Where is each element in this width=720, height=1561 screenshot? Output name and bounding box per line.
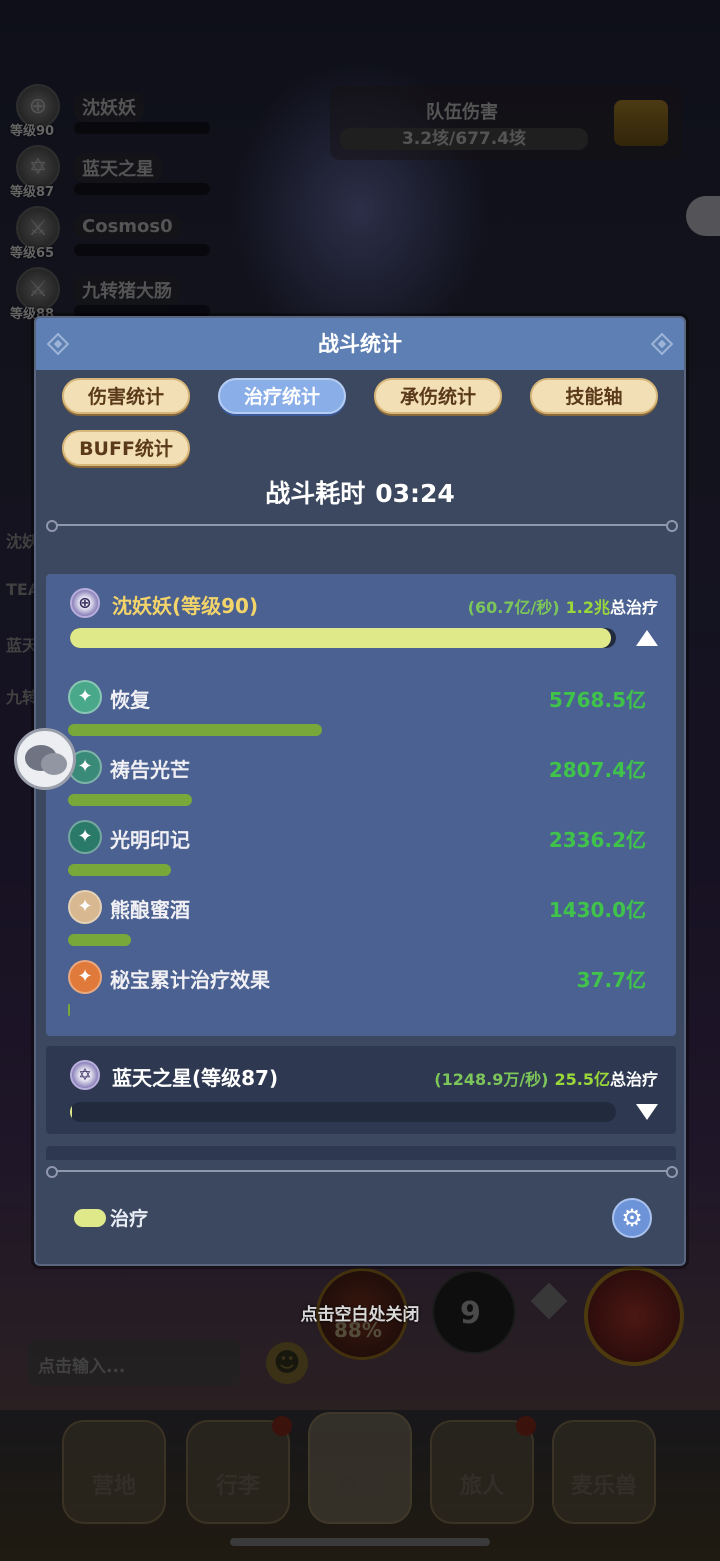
heal-total: 1.2兆 <box>565 598 610 617</box>
skill-row: ✦ 熊酿蜜酒 1430.0亿 <box>68 890 668 960</box>
player-card-collapsed[interactable]: ✡ 蓝天之星(等级87) (1248.9万/秒) 25.5亿总治疗 <box>46 1046 676 1134</box>
skill-row: ✦ 光明印记 2336.2亿 <box>68 820 668 890</box>
tab-damage[interactable]: 伤害统计 <box>62 378 190 414</box>
divider <box>46 1166 678 1178</box>
battle-duration: 战斗耗时 03:24 <box>36 474 684 510</box>
skill-heal-bar <box>68 864 171 876</box>
star-icon: ✡ <box>70 1060 100 1090</box>
bear-mead-icon: ✦ <box>68 890 102 924</box>
player-heal-stats: (60.7亿/秒) 1.2兆总治疗 <box>468 594 658 618</box>
treasure-heal-icon: ✦ <box>68 960 102 994</box>
divider <box>46 520 678 532</box>
legend-swatch-heal <box>74 1208 106 1227</box>
tab-skill-timeline[interactable]: 技能轴 <box>530 378 658 414</box>
battle-stats-dialog: 战斗统计 伤害统计 治疗统计 承伤统计 技能轴 BUFF统计 战斗耗时 03:24… <box>34 316 686 1266</box>
skill-heal-bar <box>68 1004 70 1016</box>
tab-healing[interactable]: 治疗统计 <box>218 378 346 414</box>
player-heal-bar <box>70 1102 616 1122</box>
skill-heal-bar <box>68 794 192 806</box>
collapse-arrow-icon[interactable] <box>636 630 658 646</box>
close-hint: 点击空白处关闭 <box>300 1305 420 1325</box>
chat-bubble-icon[interactable] <box>14 728 76 790</box>
skill-name: 光明印记 <box>110 828 190 852</box>
player-heal-stats: (1248.9万/秒) 25.5亿总治疗 <box>434 1066 658 1090</box>
skill-value: 2336.2亿 <box>548 828 646 852</box>
skill-row: ✦ 恢复 5768.5亿 <box>68 680 668 750</box>
skill-value: 5768.5亿 <box>548 688 646 712</box>
skill-row: ✦ 祷告光芒 2807.4亿 <box>68 750 668 820</box>
player-card-next[interactable] <box>46 1146 676 1160</box>
crosshair-icon: ⊕ <box>70 588 100 618</box>
tab-damage-taken[interactable]: 承伤统计 <box>374 378 502 414</box>
heal-rate: (60.7亿/秒) <box>467 598 560 617</box>
heal-total: 25.5亿 <box>554 1070 610 1089</box>
tab-buff[interactable]: BUFF统计 <box>62 430 190 466</box>
expand-arrow-icon[interactable] <box>636 1104 658 1120</box>
skill-heal-bar <box>68 934 131 946</box>
skill-heal-bar <box>68 724 322 736</box>
heal-total-label: 总治疗 <box>609 1070 658 1089</box>
diamond-ornament-icon <box>46 332 70 356</box>
dialog-title: 战斗统计 <box>318 332 402 356</box>
skill-value: 37.7亿 <box>576 968 646 992</box>
skill-value: 2807.4亿 <box>548 758 646 782</box>
light-mark-icon: ✦ <box>68 820 102 854</box>
player-heal-bar-fill <box>70 1102 73 1122</box>
player-card-expanded[interactable]: ⊕ 沈妖妖(等级90) (60.7亿/秒) 1.2兆总治疗 ✦ 恢复 5768.5亿 ✦… <box>46 574 676 1036</box>
player-name: 蓝天之星(等级87) <box>112 1066 279 1090</box>
leaf-heal-icon: ✦ <box>68 680 102 714</box>
diamond-ornament-icon <box>650 332 674 356</box>
player-heal-bar-fill <box>70 628 611 648</box>
gear-icon[interactable]: ⚙ <box>612 1198 652 1238</box>
duration-value: 03:24 <box>375 479 455 508</box>
skill-row: ✦ 秘宝累计治疗效果 37.7亿 <box>68 960 668 1030</box>
chart-legend: 治疗 <box>74 1204 148 1231</box>
skill-name: 秘宝累计治疗效果 <box>110 968 270 992</box>
heal-total-label: 总治疗 <box>609 598 658 617</box>
duration-label: 战斗耗时 <box>265 479 366 508</box>
legend-label: 治疗 <box>110 1208 149 1230</box>
heal-rate: (1248.9万/秒) <box>434 1070 549 1089</box>
player-name: 沈妖妖(等级90) <box>112 594 259 618</box>
skill-name: 熊酿蜜酒 <box>110 898 190 922</box>
skill-value: 1430.0亿 <box>548 898 646 922</box>
skill-name: 恢复 <box>110 688 150 712</box>
dialog-header: 战斗统计 <box>36 318 684 370</box>
skill-name: 祷告光芒 <box>110 758 190 782</box>
player-heal-bar <box>70 628 616 648</box>
